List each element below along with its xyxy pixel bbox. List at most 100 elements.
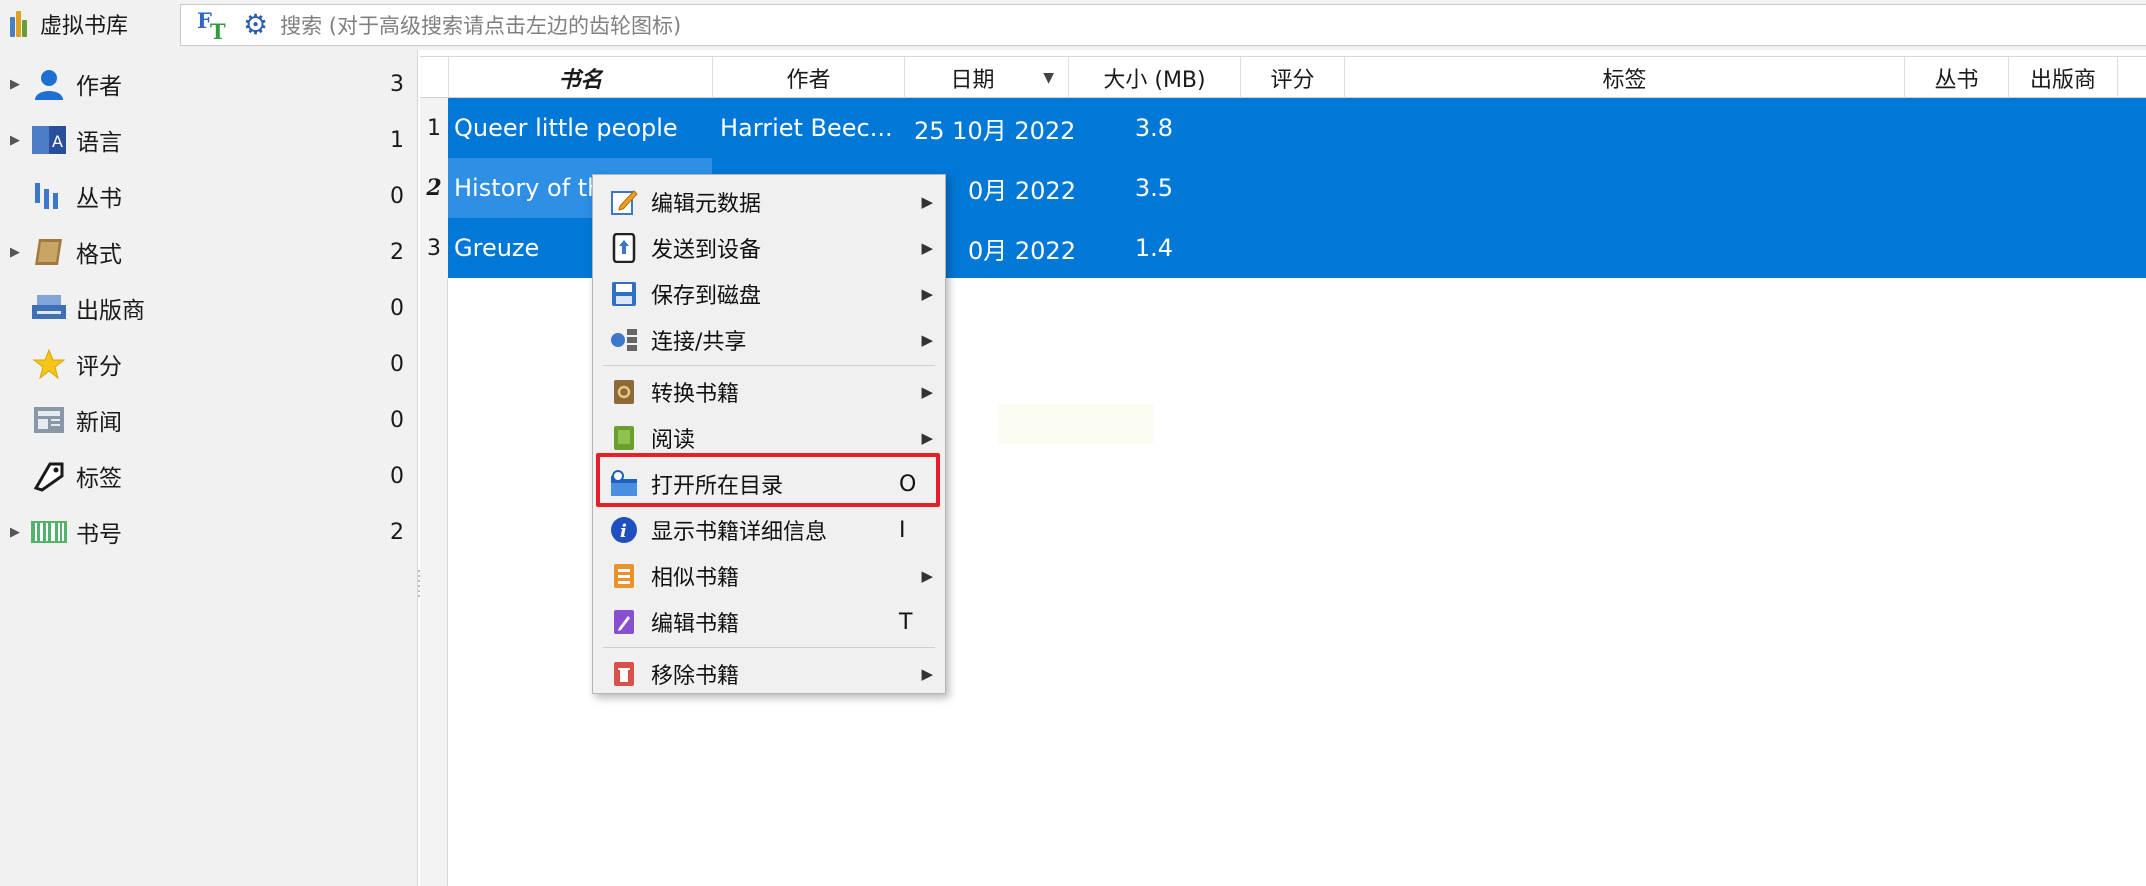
row-number[interactable]: 2 [420,158,448,218]
language-icon: A [30,122,68,158]
tag-browser: ▶ 作者 3 ▶ A 语言 1 丛书 0 ▶ 格式 2 出版商 0 评分 0 新… [0,50,418,886]
column-header-size[interactable]: 大小 (MB) [1068,57,1240,99]
cell-size[interactable]: 1.4 [1068,218,1240,278]
expand-arrow-icon[interactable]: ▶ [0,525,30,540]
menu-item-shortcut: O [899,471,917,497]
expand-arrow-icon[interactable]: ▶ [0,133,30,148]
menu-item-label: 打开所在目录 [651,474,784,499]
sidebar-item-count: 0 [390,407,404,433]
sidebar-item-label: 出版商 [76,298,145,324]
sidebar-item-publishers[interactable]: 出版商 0 [0,280,418,336]
submenu-arrow-icon: ▶ [921,193,933,211]
menu-item-connect-share[interactable]: 连接/共享 ▶ [593,317,945,363]
menu-item-convert-books[interactable]: 转换书籍 ▶ [593,369,945,415]
connect-share-icon [609,325,639,355]
submenu-arrow-icon: ▶ [921,383,933,401]
star-icon [30,346,68,382]
column-header-title[interactable]: 书名 [448,57,712,99]
menu-item-label: 阅读 [651,428,696,453]
submenu-arrow-icon: ▶ [921,331,933,349]
column-header-tags[interactable]: 标签 [1344,57,1904,99]
format-book-icon [30,234,68,270]
column-header-rating[interactable]: 评分 [1240,57,1344,99]
submenu-arrow-icon: ▶ [921,285,933,303]
menu-separator [603,365,935,366]
table-header: 书名 作者 日期 ▼ 大小 (MB) 评分 标签 丛书 出版商 [420,56,2146,99]
sidebar-item-authors[interactable]: ▶ 作者 3 [0,56,418,112]
sidebar-item-label: 标签 [76,466,122,492]
sidebar-item-identifiers[interactable]: ▶ 书号 2 [0,504,418,560]
cell-author[interactable]: Harriet Beec... [720,98,904,158]
menu-item-save-to-disk[interactable]: 保存到磁盘 ▶ [593,271,945,317]
menu-item-label: 保存到磁盘 [651,284,762,309]
column-header-author[interactable]: 作者 [712,57,904,99]
menu-item-label: 编辑书籍 [651,612,740,637]
menu-item-shortcut: I [899,517,906,543]
table-row[interactable]: Queer little people Harriet Beec... 25 1… [448,98,2146,158]
tag-icon [30,458,68,494]
column-header-series[interactable]: 丛书 [1904,57,2008,99]
menu-item-send-to-device[interactable]: 发送到设备 ▶ [593,225,945,271]
virtual-library-button[interactable]: 虚拟书库 [10,8,128,40]
sidebar-item-count: 2 [390,239,404,265]
sidebar-item-count: 0 [390,351,404,377]
full-text-search-icon[interactable]: FT [195,8,229,44]
column-header-publisher[interactable]: 出版商 [2008,57,2118,99]
barcode-icon [30,514,68,550]
sidebar-item-languages[interactable]: ▶ A 语言 1 [0,112,418,168]
menu-item-remove-books[interactable]: 移除书籍 ▶ [593,651,945,697]
menu-item-edit-metadata[interactable]: 编辑元数据 ▶ [593,179,945,225]
menu-item-similar-books[interactable]: 相似书籍 ▶ [593,553,945,599]
context-menu: 编辑元数据 ▶ 发送到设备 ▶ 保存到磁盘 ▶ 连接/共享 ▶ 转换书籍 ▶ 阅… [592,174,946,694]
search-input[interactable]: 搜索 (对于高级搜索请点击左边的齿轮图标) [280,10,681,40]
series-icon [30,178,68,214]
sidebar-item-count: 2 [390,519,404,545]
sidebar-item-count: 0 [390,463,404,489]
library-icon [10,11,32,37]
cell-title[interactable]: Queer little people [454,98,712,158]
cell-date[interactable]: 25 10月 2022 [914,98,1074,158]
sidebar-item-label: 语言 [76,130,122,156]
virtual-library-label: 虚拟书库 [40,14,129,39]
sidebar-item-label: 新闻 [76,410,122,436]
similar-books-icon [609,561,639,591]
row-number[interactable]: 1 [420,98,448,158]
convert-book-icon [609,377,639,407]
expand-arrow-icon[interactable]: ▶ [0,245,30,260]
cell-size[interactable]: 3.8 [1068,98,1240,158]
sidebar-item-label: 书号 [76,522,122,548]
menu-item-label: 转换书籍 [651,382,740,407]
sidebar-item-label: 格式 [76,242,122,268]
sidebar-item-tags[interactable]: 标签 0 [0,448,418,504]
sidebar-item-count: 1 [390,127,404,153]
svg-text:i: i [620,521,627,542]
sidebar-item-label: 作者 [76,74,122,100]
expand-arrow-icon[interactable]: ▶ [0,77,30,92]
submenu-arrow-icon: ▶ [921,567,933,585]
menu-item-label: 相似书籍 [651,566,740,591]
top-bar: 虚拟书库 FT ⚙ 搜索 (对于高级搜索请点击左边的齿轮图标) [0,0,2146,50]
menu-item-show-book-details[interactable]: i 显示书籍详细信息 I [593,507,945,553]
sidebar-item-count: 0 [390,295,404,321]
sidebar-item-series[interactable]: 丛书 0 [0,168,418,224]
sidebar-item-news[interactable]: 新闻 0 [0,392,418,448]
sidebar-item-formats[interactable]: ▶ 格式 2 [0,224,418,280]
column-header-date[interactable]: 日期 ▼ [904,57,1068,99]
sidebar-item-label: 丛书 [76,186,122,212]
cell-size[interactable]: 3.5 [1068,158,1240,218]
menu-item-read[interactable]: 阅读 ▶ [593,415,945,461]
info-icon: i [609,515,639,545]
remove-book-icon [609,659,639,689]
gear-icon[interactable]: ⚙ [243,11,268,39]
search-bar[interactable]: FT ⚙ 搜索 (对于高级搜索请点击左边的齿轮图标) [180,4,2146,46]
read-book-icon [609,423,639,453]
menu-item-edit-book[interactable]: 编辑书籍 T [593,599,945,645]
sort-descending-icon: ▼ [1043,70,1054,86]
row-number[interactable]: 3 [420,218,448,278]
menu-item-label: 移除书籍 [651,664,740,689]
sidebar-item-label: 评分 [76,354,122,380]
sidebar-item-rating[interactable]: 评分 0 [0,336,418,392]
menu-item-open-containing-folder[interactable]: 打开所在目录 O [593,461,945,507]
menu-item-shortcut: T [899,609,913,635]
person-icon [30,66,68,102]
